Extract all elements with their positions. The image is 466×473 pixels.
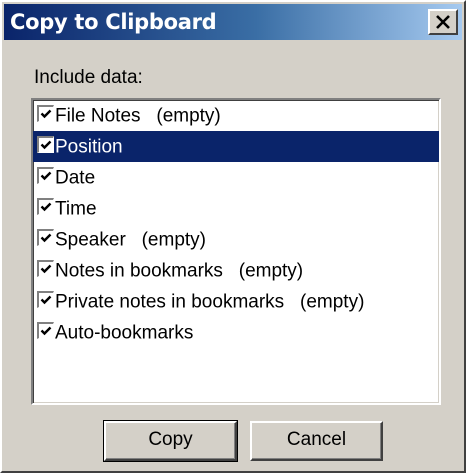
checkbox[interactable]	[37, 136, 54, 154]
checkbox[interactable]	[37, 260, 54, 278]
list-item-label: Speaker (empty)	[55, 229, 206, 251]
list-item-label: Date	[55, 167, 96, 189]
window-title: Copy to Clipboard	[10, 10, 217, 34]
list-item-label: Notes in bookmarks (empty)	[55, 260, 304, 282]
include-data-label: Include data:	[34, 67, 143, 88]
checkbox[interactable]	[37, 167, 54, 185]
list-item-label: Auto-bookmarks	[55, 322, 194, 344]
checkmark-icon	[40, 327, 52, 336]
copy-to-clipboard-dialog: Copy to Clipboard Include data: File Not…	[0, 0, 466, 473]
checkmark-icon	[40, 110, 52, 119]
checkbox[interactable]	[37, 322, 54, 340]
checkmark-icon	[40, 172, 52, 181]
list-item-label: Time	[55, 198, 97, 220]
list-item-label: Private notes in bookmarks (empty)	[55, 291, 365, 313]
list-item-label: File Notes (empty)	[55, 105, 221, 127]
list-item[interactable]: File Notes (empty)	[33, 100, 439, 131]
checkmark-icon	[40, 234, 52, 243]
checkbox[interactable]	[37, 291, 54, 309]
copy-button[interactable]: Copy	[103, 420, 238, 462]
list-item[interactable]: Time	[33, 193, 439, 224]
list-item[interactable]: Notes in bookmarks (empty)	[33, 255, 439, 286]
checkbox[interactable]	[37, 229, 54, 247]
list-item[interactable]: Date	[33, 162, 439, 193]
list-item[interactable]: Position	[33, 131, 439, 162]
checkbox[interactable]	[37, 198, 54, 216]
close-button[interactable]	[428, 9, 458, 35]
checkmark-icon	[40, 296, 52, 305]
checkmark-icon	[40, 141, 52, 150]
checkbox[interactable]	[37, 105, 54, 123]
list-items: File Notes (empty) Position Date Time Speake…	[33, 100, 439, 348]
title-bar[interactable]: Copy to Clipboard	[4, 4, 462, 40]
list-item[interactable]: Private notes in bookmarks (empty)	[33, 286, 439, 317]
checkmark-icon	[40, 203, 52, 212]
cancel-button[interactable]: Cancel	[250, 421, 383, 461]
list-item-label: Position	[55, 136, 123, 158]
checkmark-icon	[40, 265, 52, 274]
list-item[interactable]: Auto-bookmarks	[33, 317, 439, 348]
list-item[interactable]: Speaker (empty)	[33, 224, 439, 255]
close-x-icon	[436, 15, 450, 29]
include-data-listbox[interactable]: File Notes (empty) Position Date Time Speake…	[31, 98, 441, 405]
